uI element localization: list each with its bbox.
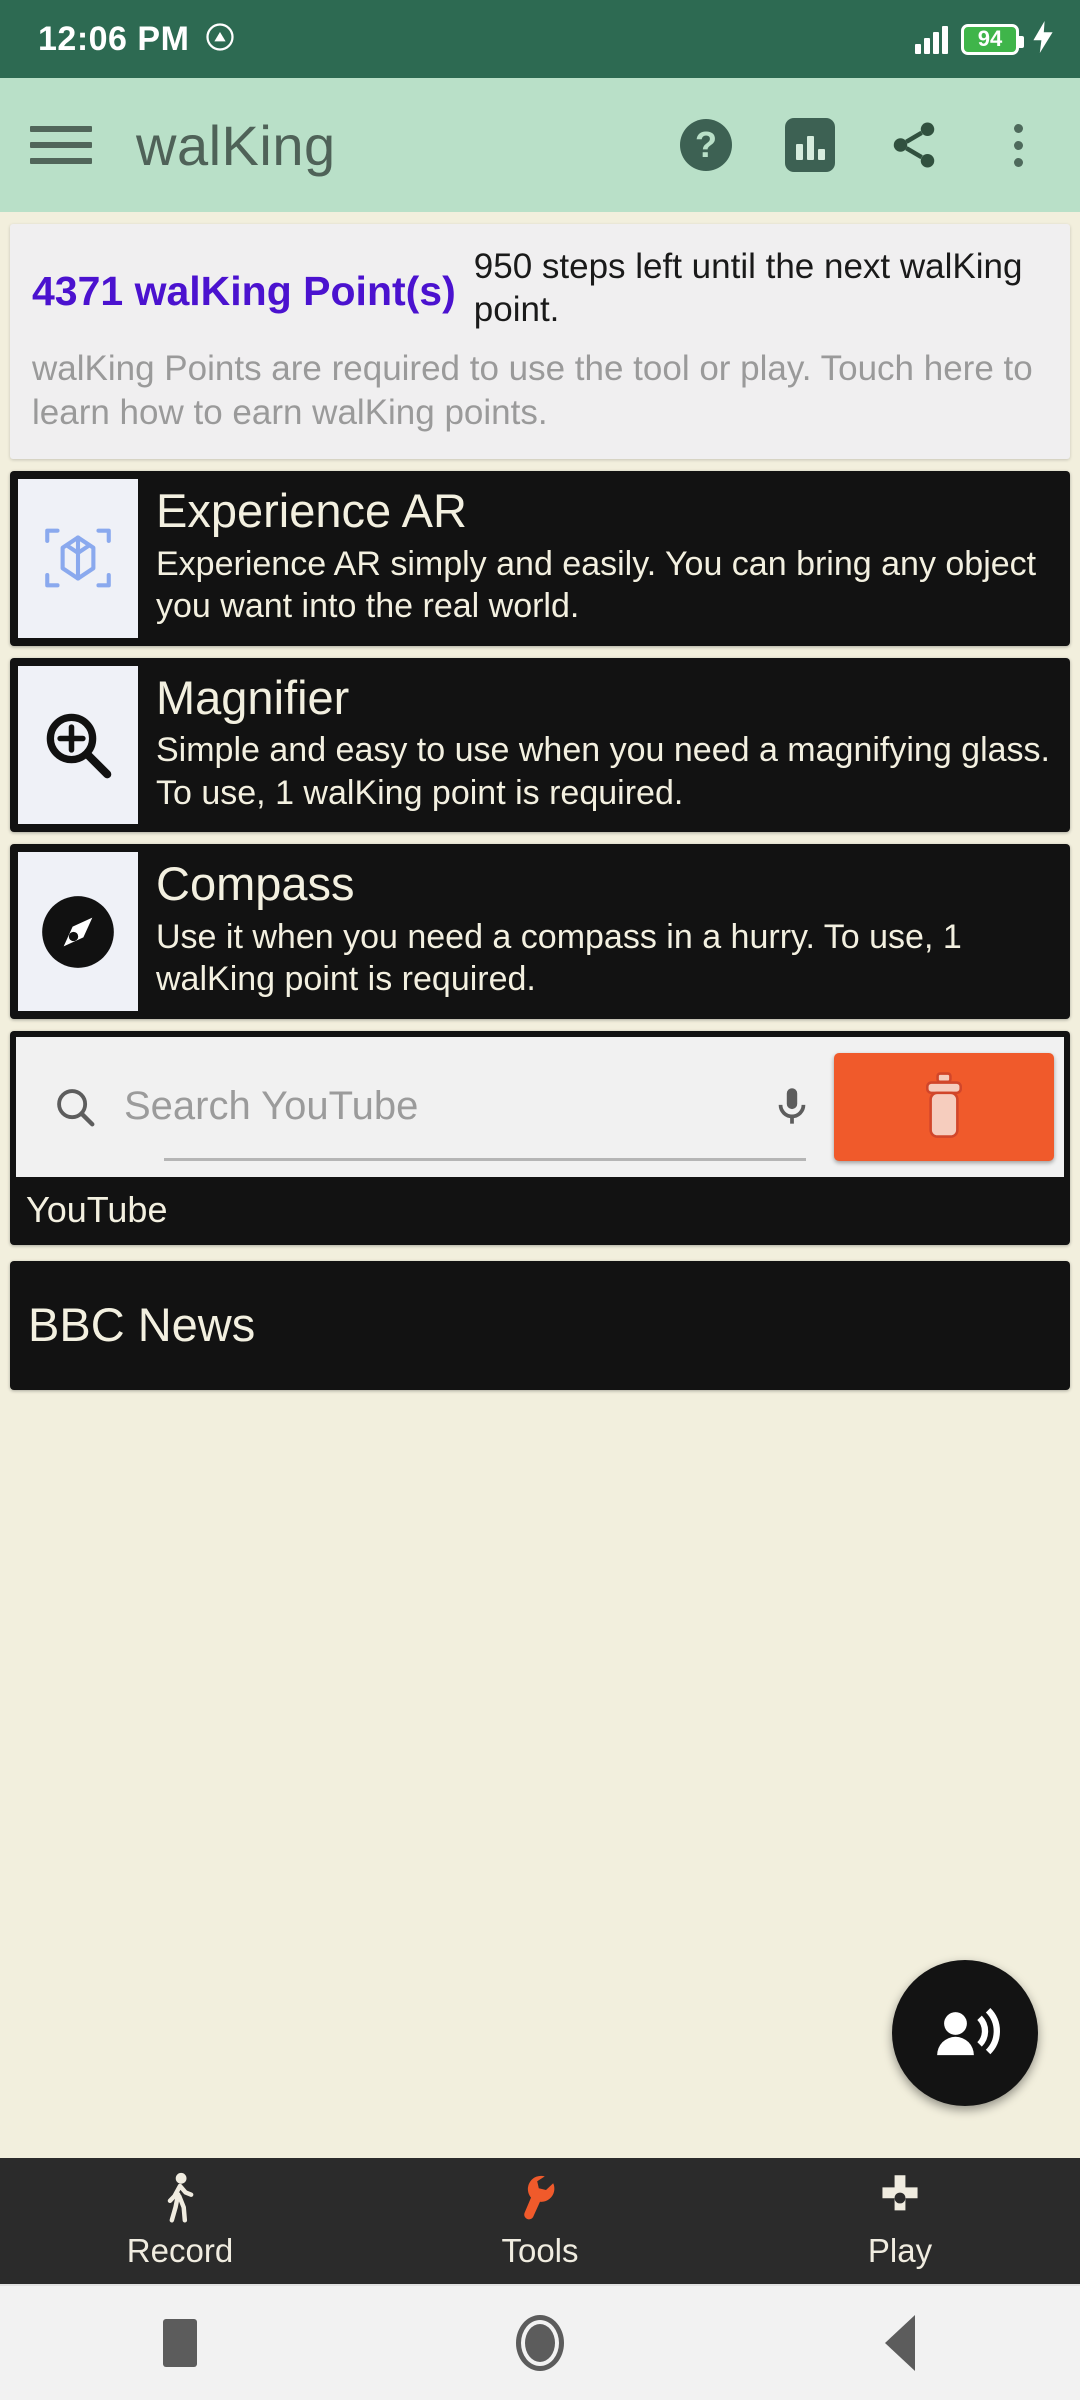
search-underline — [164, 1157, 806, 1161]
points-value: 4371 walKing Point(s) — [32, 268, 456, 314]
wrench-icon — [515, 2172, 565, 2224]
bar-chart-icon — [785, 118, 835, 172]
overflow-menu-button[interactable] — [990, 117, 1046, 173]
app-bar-actions: ? — [678, 117, 1046, 173]
square-recents-icon — [163, 2319, 197, 2367]
triangle-back-icon — [885, 2315, 915, 2371]
tool-thumbnail — [18, 852, 138, 1011]
cellular-signal-icon — [915, 24, 948, 54]
steps-left-text: 950 steps left until the next walKing po… — [473, 247, 1023, 329]
youtube-card: YouTube — [10, 1030, 1070, 1245]
main-content: 4371 walKing Point(s) 950 steps left unt… — [0, 212, 1080, 2158]
voice-search-button[interactable] — [760, 1082, 824, 1132]
nav-item-tools[interactable]: Tools — [360, 2172, 720, 2270]
tool-card-compass[interactable]: Compass Use it when you need a compass i… — [10, 844, 1070, 1019]
tool-description: Use it when you need a compass in a hurr… — [156, 917, 962, 999]
hamburger-menu-icon[interactable] — [30, 126, 92, 164]
tool-card-magnifier[interactable]: Magnifier Simple and easy to use when yo… — [10, 657, 1070, 833]
share-button[interactable] — [886, 117, 942, 173]
circle-home-icon — [516, 2315, 564, 2371]
youtube-search-input[interactable] — [98, 1036, 760, 1177]
lightning-bolt-icon — [1032, 20, 1054, 58]
nav-item-record[interactable]: Record — [0, 2172, 360, 2270]
trash-icon — [926, 1072, 962, 1138]
search-icon — [57, 1089, 95, 1127]
microphone-icon — [778, 1088, 806, 1124]
app-title: walKing — [136, 113, 336, 177]
share-icon — [893, 122, 935, 168]
recents-button[interactable] — [100, 2319, 260, 2367]
tool-description: Simple and easy to use when you need a m… — [156, 731, 1050, 812]
status-bar-left: 12:06 PM — [38, 20, 235, 59]
nav-item-play[interactable]: Play — [720, 2172, 1080, 2270]
nav-label-play: Play — [867, 2232, 933, 2269]
stats-button[interactable] — [782, 117, 838, 173]
news-title: BBC News — [28, 1297, 256, 1351]
youtube-search-bar — [16, 1036, 1064, 1177]
status-bar-right: 94 — [915, 20, 1054, 58]
tool-body: Compass Use it when you need a compass i… — [138, 852, 1062, 1011]
app-bar: walKing ? — [0, 78, 1080, 212]
status-bar: 12:06 PM 94 — [0, 0, 1080, 78]
gamepad-dpad-icon — [874, 2172, 926, 2224]
phone-screen: 12:06 PM 94 walKing ? 4371 walKing Point… — [0, 0, 1080, 2400]
points-row: 4371 walKing Point(s) 950 steps left unt… — [32, 246, 1048, 331]
battery-icon: 94 — [961, 23, 1024, 55]
tool-body: Magnifier Simple and easy to use when yo… — [138, 666, 1062, 825]
tool-thumbnail — [18, 665, 138, 825]
tool-body: Experience AR Experience AR simply and e… — [138, 479, 1062, 638]
status-time: 12:06 PM — [38, 19, 190, 58]
tool-title: Compass — [156, 857, 355, 911]
youtube-label: YouTube — [26, 1188, 168, 1230]
magnifier-plus-icon — [46, 713, 112, 779]
compass-icon — [42, 895, 114, 968]
tool-thumbnail — [18, 478, 138, 638]
voice-announcement-icon — [937, 2007, 1000, 2056]
tool-title: Magnifier — [156, 670, 350, 724]
nav-label-record: Record — [126, 2232, 234, 2269]
voice-announcement-fab[interactable] — [892, 1960, 1038, 2106]
back-button[interactable] — [820, 2315, 980, 2371]
battery-level: 94 — [977, 26, 1003, 51]
nav-label-tools: Tools — [501, 2232, 579, 2269]
tool-card-experience-ar[interactable]: Experience AR Experience AR simply and e… — [10, 470, 1070, 646]
news-card-bbc[interactable]: BBC News — [10, 1260, 1070, 1390]
tool-description: Experience AR simply and easily. You can… — [156, 544, 1037, 626]
walking-person-icon — [157, 2172, 203, 2224]
ar-cube-icon — [45, 528, 111, 588]
points-description: walKing Points are required to use the t… — [32, 349, 1033, 433]
points-card[interactable]: 4371 walKing Point(s) 950 steps left unt… — [10, 224, 1070, 459]
clear-search-button[interactable] — [834, 1052, 1054, 1161]
bottom-navigation: Record Tools Play — [0, 2158, 1080, 2284]
android-navigation-bar — [0, 2284, 1080, 2400]
home-button[interactable] — [460, 2315, 620, 2371]
help-button[interactable]: ? — [678, 117, 734, 173]
screen-rotation-lock-icon — [205, 22, 235, 57]
more-vertical-icon — [1013, 123, 1023, 167]
tool-title: Experience AR — [156, 483, 467, 537]
help-icon: ? — [680, 119, 732, 171]
